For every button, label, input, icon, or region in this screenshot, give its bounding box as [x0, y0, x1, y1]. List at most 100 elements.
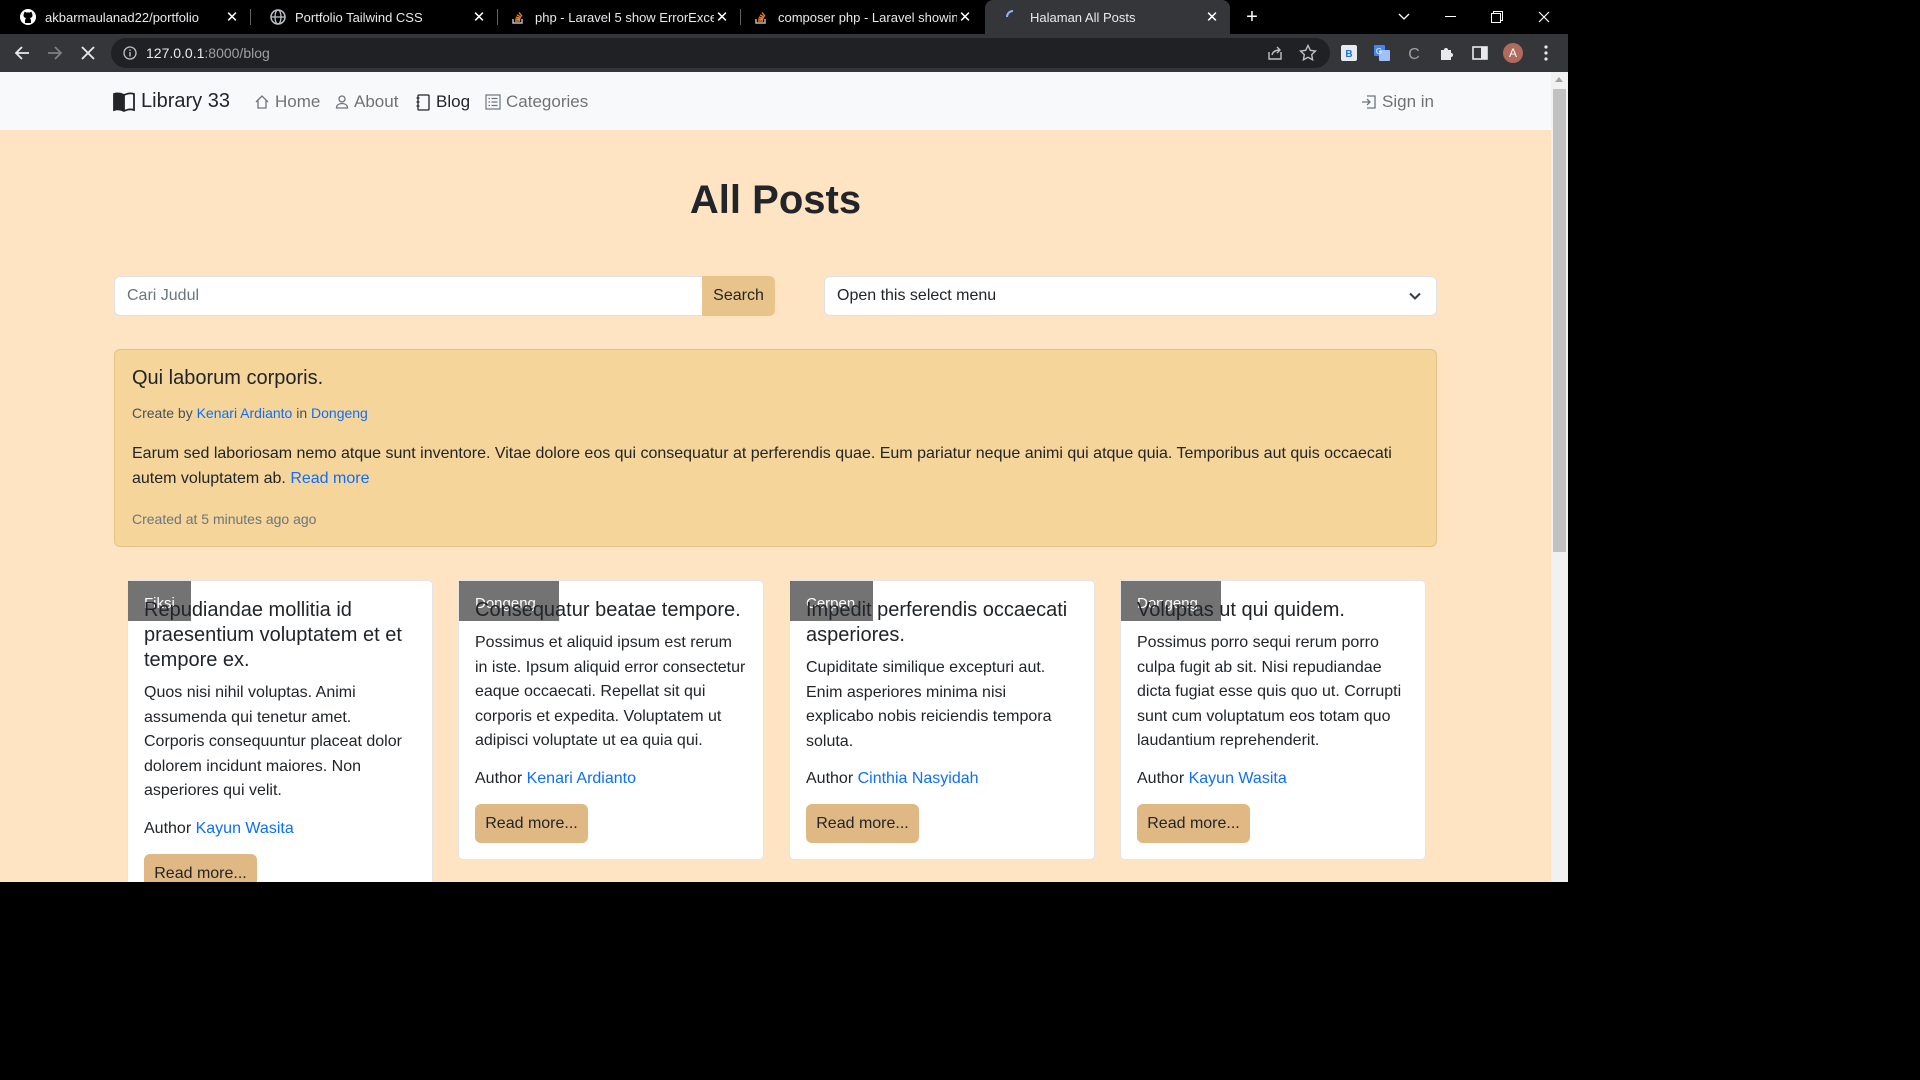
- brand-name: Library 33: [141, 90, 230, 112]
- address-bar[interactable]: 127.0.0.1:8000/blog: [111, 38, 1330, 68]
- nav-categories[interactable]: Categories: [485, 92, 588, 112]
- globe-icon: [270, 9, 286, 25]
- author-link[interactable]: Cinthia Nasyidah: [858, 770, 979, 787]
- search-form: Cari Judul Search: [114, 276, 775, 316]
- extension-b-icon[interactable]: B: [1340, 44, 1358, 62]
- page-viewport: Library 33 Home About Blog Categories Si…: [0, 72, 1551, 882]
- post-title: Voluptas ut qui quidem.: [1137, 599, 1345, 621]
- post-card: Dongeng Voluptas ut qui quidem. Possimus…: [1120, 580, 1426, 860]
- featured-post-card: Qui laborum corporis. Create by Kenari A…: [114, 349, 1437, 547]
- post-author: Author Kayun Wasita: [1137, 769, 1287, 787]
- brand-link[interactable]: Library 33: [113, 90, 230, 113]
- tab-title: composer php - Laravel showing: [778, 9, 957, 25]
- featured-post-meta: Create by Kenari Ardianto in Dongeng: [132, 405, 368, 421]
- post-card: Fiksi Repudiandae mollitia id praesentiu…: [127, 580, 433, 882]
- tab-title: akbarmaulanad22/portfolio: [45, 9, 199, 25]
- minimize-icon[interactable]: [1427, 0, 1473, 34]
- browser-tab[interactable]: php - Laravel 5 show ErrorExcept ✕: [490, 0, 740, 34]
- bookmark-star-icon[interactable]: [1299, 44, 1317, 62]
- browser-menu-icon[interactable]: [1537, 44, 1555, 62]
- nav-home[interactable]: Home: [254, 92, 320, 112]
- search-button[interactable]: Search: [702, 276, 775, 316]
- journal-icon: [416, 93, 430, 111]
- book-icon: [113, 91, 135, 112]
- post-title: Impedit perferendis occaecati asperiores…: [806, 599, 1068, 646]
- page-scrollbar[interactable]: [1551, 72, 1568, 882]
- post-excerpt: Possimus porro sequi rerum porro culpa f…: [1137, 634, 1402, 749]
- extensions-puzzle-icon[interactable]: [1438, 44, 1456, 62]
- browser-tab[interactable]: Portfolio Tailwind CSS ✕: [250, 0, 497, 34]
- browser-tab[interactable]: akbarmaulanad22/portfolio ✕: [0, 0, 250, 34]
- stop-loading-icon[interactable]: [77, 42, 99, 64]
- post-author: Author Kayun Wasita: [144, 819, 294, 837]
- home-icon: [255, 95, 269, 109]
- url-text: 127.0.0.1:8000/blog: [146, 45, 270, 61]
- list-icon: [485, 94, 501, 110]
- stackoverflow-icon: [753, 9, 769, 25]
- tab-title: php - Laravel 5 show ErrorExcept: [535, 9, 714, 25]
- category-select[interactable]: Open this select menu: [824, 276, 1437, 316]
- read-more-button[interactable]: Read more...: [475, 803, 588, 843]
- post-title: Consequatur beatae tempore.: [475, 599, 741, 621]
- featured-post-excerpt: Earum sed laboriosam nemo atque sunt inv…: [132, 445, 1392, 487]
- share-icon[interactable]: [1266, 44, 1284, 62]
- featured-author-link[interactable]: Kenari Ardianto: [197, 405, 293, 421]
- tab-title: Halaman All Posts: [1030, 9, 1136, 25]
- close-tab-icon[interactable]: ✕: [1204, 8, 1220, 26]
- author-link[interactable]: Kenari Ardianto: [527, 770, 636, 787]
- nav-signin[interactable]: Sign in: [1361, 92, 1434, 112]
- browser-tab-strip: akbarmaulanad22/portfolio ✕ Portfolio Ta…: [0, 0, 1568, 34]
- featured-post-title: Qui laborum corporis.: [132, 367, 324, 389]
- search-input[interactable]: Cari Judul: [114, 276, 702, 316]
- tab-search-icon[interactable]: [1381, 0, 1427, 34]
- browser-toolbar: 127.0.0.1:8000/blog B G C A: [0, 34, 1568, 72]
- nav-about[interactable]: About: [335, 92, 398, 112]
- site-info-icon[interactable]: [123, 46, 137, 60]
- back-icon[interactable]: [11, 42, 33, 64]
- restore-icon[interactable]: [1474, 0, 1520, 34]
- forward-icon[interactable]: [44, 42, 66, 64]
- svg-text:G: G: [1376, 47, 1382, 56]
- read-more-button[interactable]: Read more...: [1137, 803, 1250, 843]
- translate-icon[interactable]: G: [1373, 44, 1391, 62]
- scrollbar-thumb[interactable]: [1553, 89, 1566, 552]
- page-title: All Posts: [689, 178, 862, 222]
- post-card: Cerpen Impedit perferendis occaecati asp…: [789, 580, 1095, 860]
- post-excerpt: Possimus et aliquid ipsum est rerum in i…: [475, 634, 746, 749]
- browser-tab[interactable]: composer php - Laravel showing ✕: [733, 0, 983, 34]
- close-tab-icon[interactable]: ✕: [224, 8, 240, 26]
- featured-post-date: Created at 5 minutes ago ago: [132, 511, 317, 527]
- scroll-up-arrow-icon[interactable]: [1555, 77, 1563, 82]
- author-link[interactable]: Kayun Wasita: [1189, 770, 1287, 787]
- github-icon: [20, 9, 36, 25]
- close-tab-icon[interactable]: ✕: [471, 8, 487, 26]
- select-value: Open this select menu: [837, 287, 997, 304]
- new-tab-button[interactable]: +: [1241, 5, 1263, 29]
- post-author: Author Cinthia Nasyidah: [806, 770, 979, 787]
- svg-text:C: C: [1408, 46, 1420, 62]
- loading-icon: [1005, 9, 1021, 25]
- svg-text:B: B: [1345, 49, 1352, 60]
- chevron-down-icon: [1409, 292, 1421, 300]
- person-icon: [335, 95, 349, 109]
- nav-blog[interactable]: Blog: [416, 92, 470, 112]
- featured-category-link[interactable]: Dongeng: [311, 405, 368, 421]
- side-panel-icon[interactable]: [1471, 44, 1489, 62]
- extension-c-icon[interactable]: C: [1405, 44, 1423, 62]
- post-title: Repudiandae mollitia id praesentium volu…: [144, 599, 402, 671]
- post-author: Author Kenari Ardianto: [475, 769, 636, 787]
- author-link[interactable]: Kayun Wasita: [196, 820, 294, 837]
- close-tab-icon[interactable]: ✕: [957, 8, 973, 26]
- read-more-button[interactable]: Read more...: [806, 804, 919, 843]
- close-window-icon[interactable]: [1521, 0, 1567, 34]
- site-navbar: Library 33 Home About Blog Categories Si…: [0, 72, 1551, 130]
- close-tab-icon[interactable]: ✕: [714, 8, 730, 26]
- browser-tab-active[interactable]: Halaman All Posts ✕: [985, 0, 1230, 34]
- post-excerpt: Quos nisi nihil voluptas. Animi assumend…: [144, 684, 402, 799]
- sign-in-icon: [1362, 95, 1376, 109]
- featured-read-more-link[interactable]: Read more: [290, 470, 369, 487]
- read-more-button[interactable]: Read more...: [144, 853, 257, 882]
- post-card: Dongeng Consequatur beatae tempore. Poss…: [458, 580, 764, 860]
- profile-avatar[interactable]: A: [1503, 43, 1523, 63]
- post-excerpt: Cupiditate similique excepturi aut. Enim…: [806, 659, 1052, 750]
